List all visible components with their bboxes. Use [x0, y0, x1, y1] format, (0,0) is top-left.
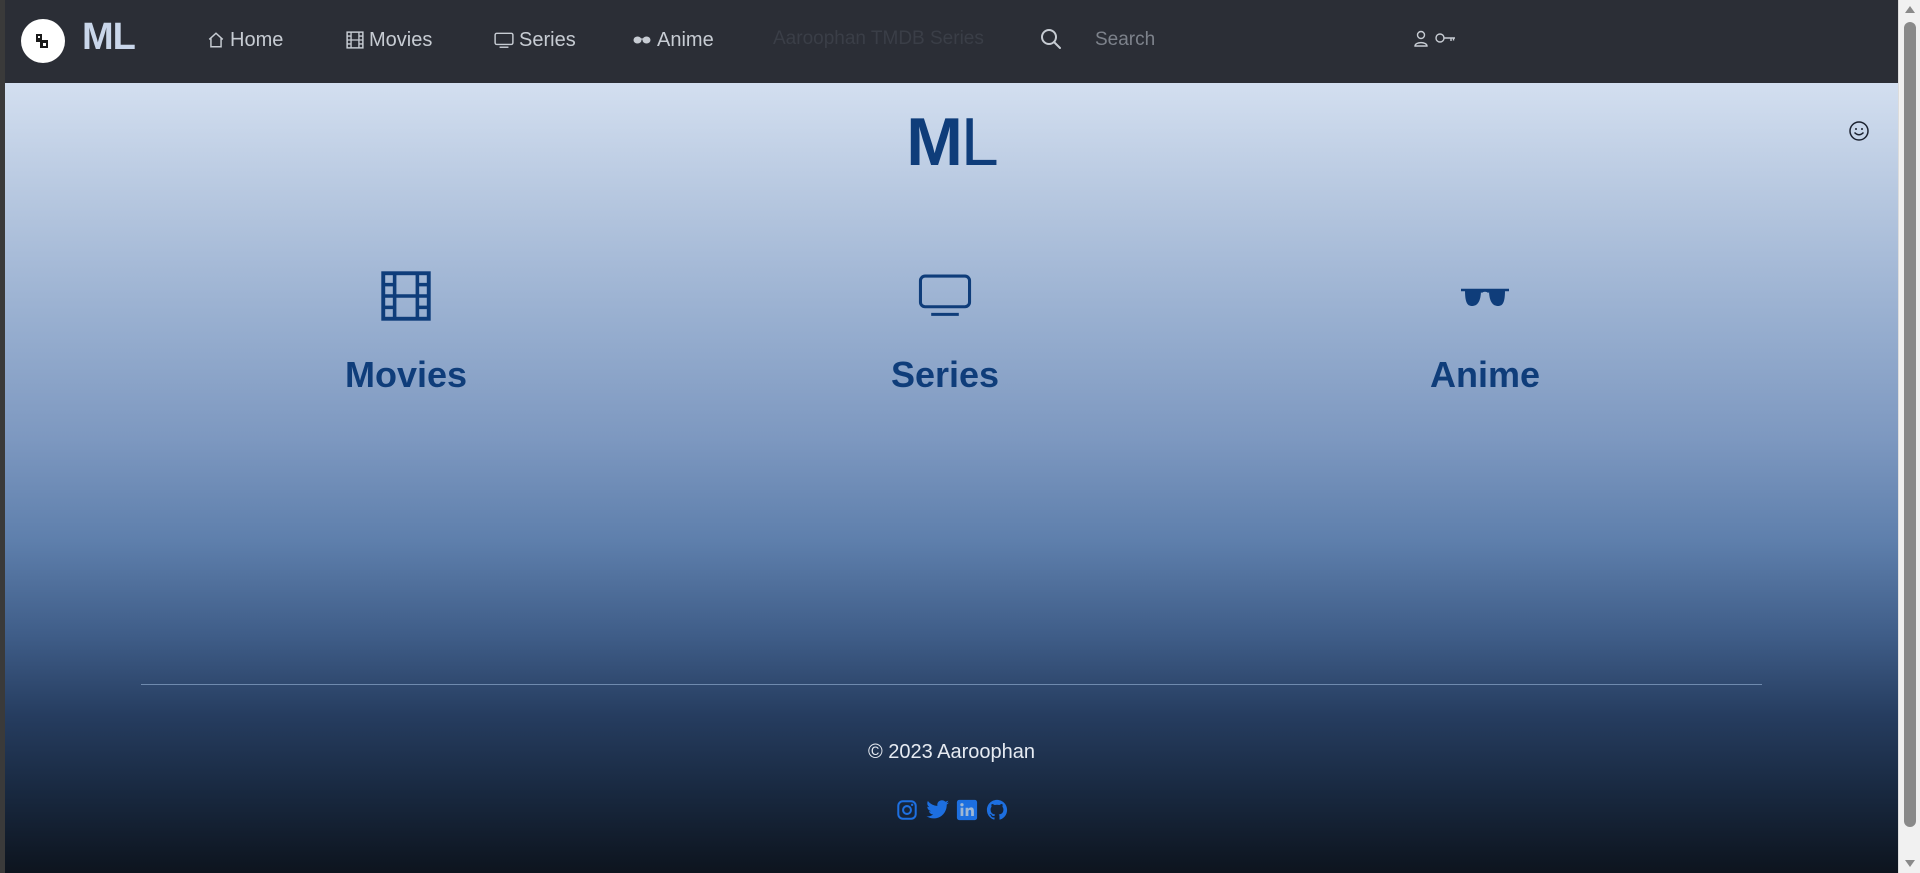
search-input[interactable] [1095, 24, 1355, 56]
social-links [5, 799, 1898, 821]
faded-nav-text: Aaroophan TMDB Series [773, 28, 984, 49]
scroll-down-icon[interactable] [1905, 860, 1915, 867]
logo-icon [36, 34, 48, 48]
nav-anime[interactable]: Anime [632, 27, 714, 53]
twitter-icon[interactable] [926, 799, 949, 821]
nav-anime-label: Anime [657, 28, 714, 51]
smiley-icon[interactable] [1848, 120, 1870, 147]
scrollbar-thumb[interactable] [1904, 22, 1916, 827]
hero-title-light: L [960, 104, 999, 180]
film-icon [346, 31, 364, 49]
category-anime[interactable]: Anime [1365, 266, 1605, 396]
key-icon[interactable] [1435, 31, 1457, 50]
brand-name[interactable]: ML [82, 16, 136, 59]
scroll-up-icon[interactable] [1905, 6, 1915, 13]
home-icon [208, 32, 224, 48]
hero-title: ML [5, 103, 1898, 181]
film-icon [380, 266, 432, 326]
footer-divider [141, 684, 1762, 685]
sunglasses-icon [1459, 266, 1511, 326]
instagram-icon[interactable] [896, 799, 918, 821]
page: ML Home Movies Series Anime Aaroophan TM… [5, 0, 1898, 873]
linkedin-icon[interactable] [956, 799, 978, 821]
category-series[interactable]: Series [825, 266, 1065, 396]
category-movies-label: Movies [344, 354, 468, 395]
nav-movies[interactable]: Movies [346, 27, 432, 53]
nav-movies-label: Movies [369, 28, 433, 51]
page-scrollbar[interactable] [1898, 0, 1920, 873]
github-icon[interactable] [986, 799, 1008, 821]
navbar: ML Home Movies Series Anime Aaroophan TM… [5, 0, 1898, 83]
tv-icon [494, 32, 514, 48]
nav-series-label: Series [519, 28, 576, 51]
hero-section: ML Movies Series Anime © 2023 Aaroophan [5, 83, 1898, 873]
tv-icon [917, 266, 973, 326]
copyright-text: © 2023 Aaroophan [867, 741, 1036, 763]
category-series-label: Series [890, 354, 1000, 395]
brand-logo[interactable] [21, 19, 65, 63]
user-icon[interactable] [1413, 30, 1429, 53]
category-anime-label: Anime [1429, 354, 1541, 395]
hero-title-bold: M [906, 104, 963, 180]
nav-home-label: Home [230, 28, 284, 51]
nav-series[interactable]: Series [494, 27, 576, 53]
category-movies[interactable]: Movies [286, 266, 526, 396]
sunglasses-icon [633, 36, 651, 44]
search-icon[interactable] [1039, 27, 1063, 56]
nav-home[interactable]: Home [207, 27, 283, 53]
